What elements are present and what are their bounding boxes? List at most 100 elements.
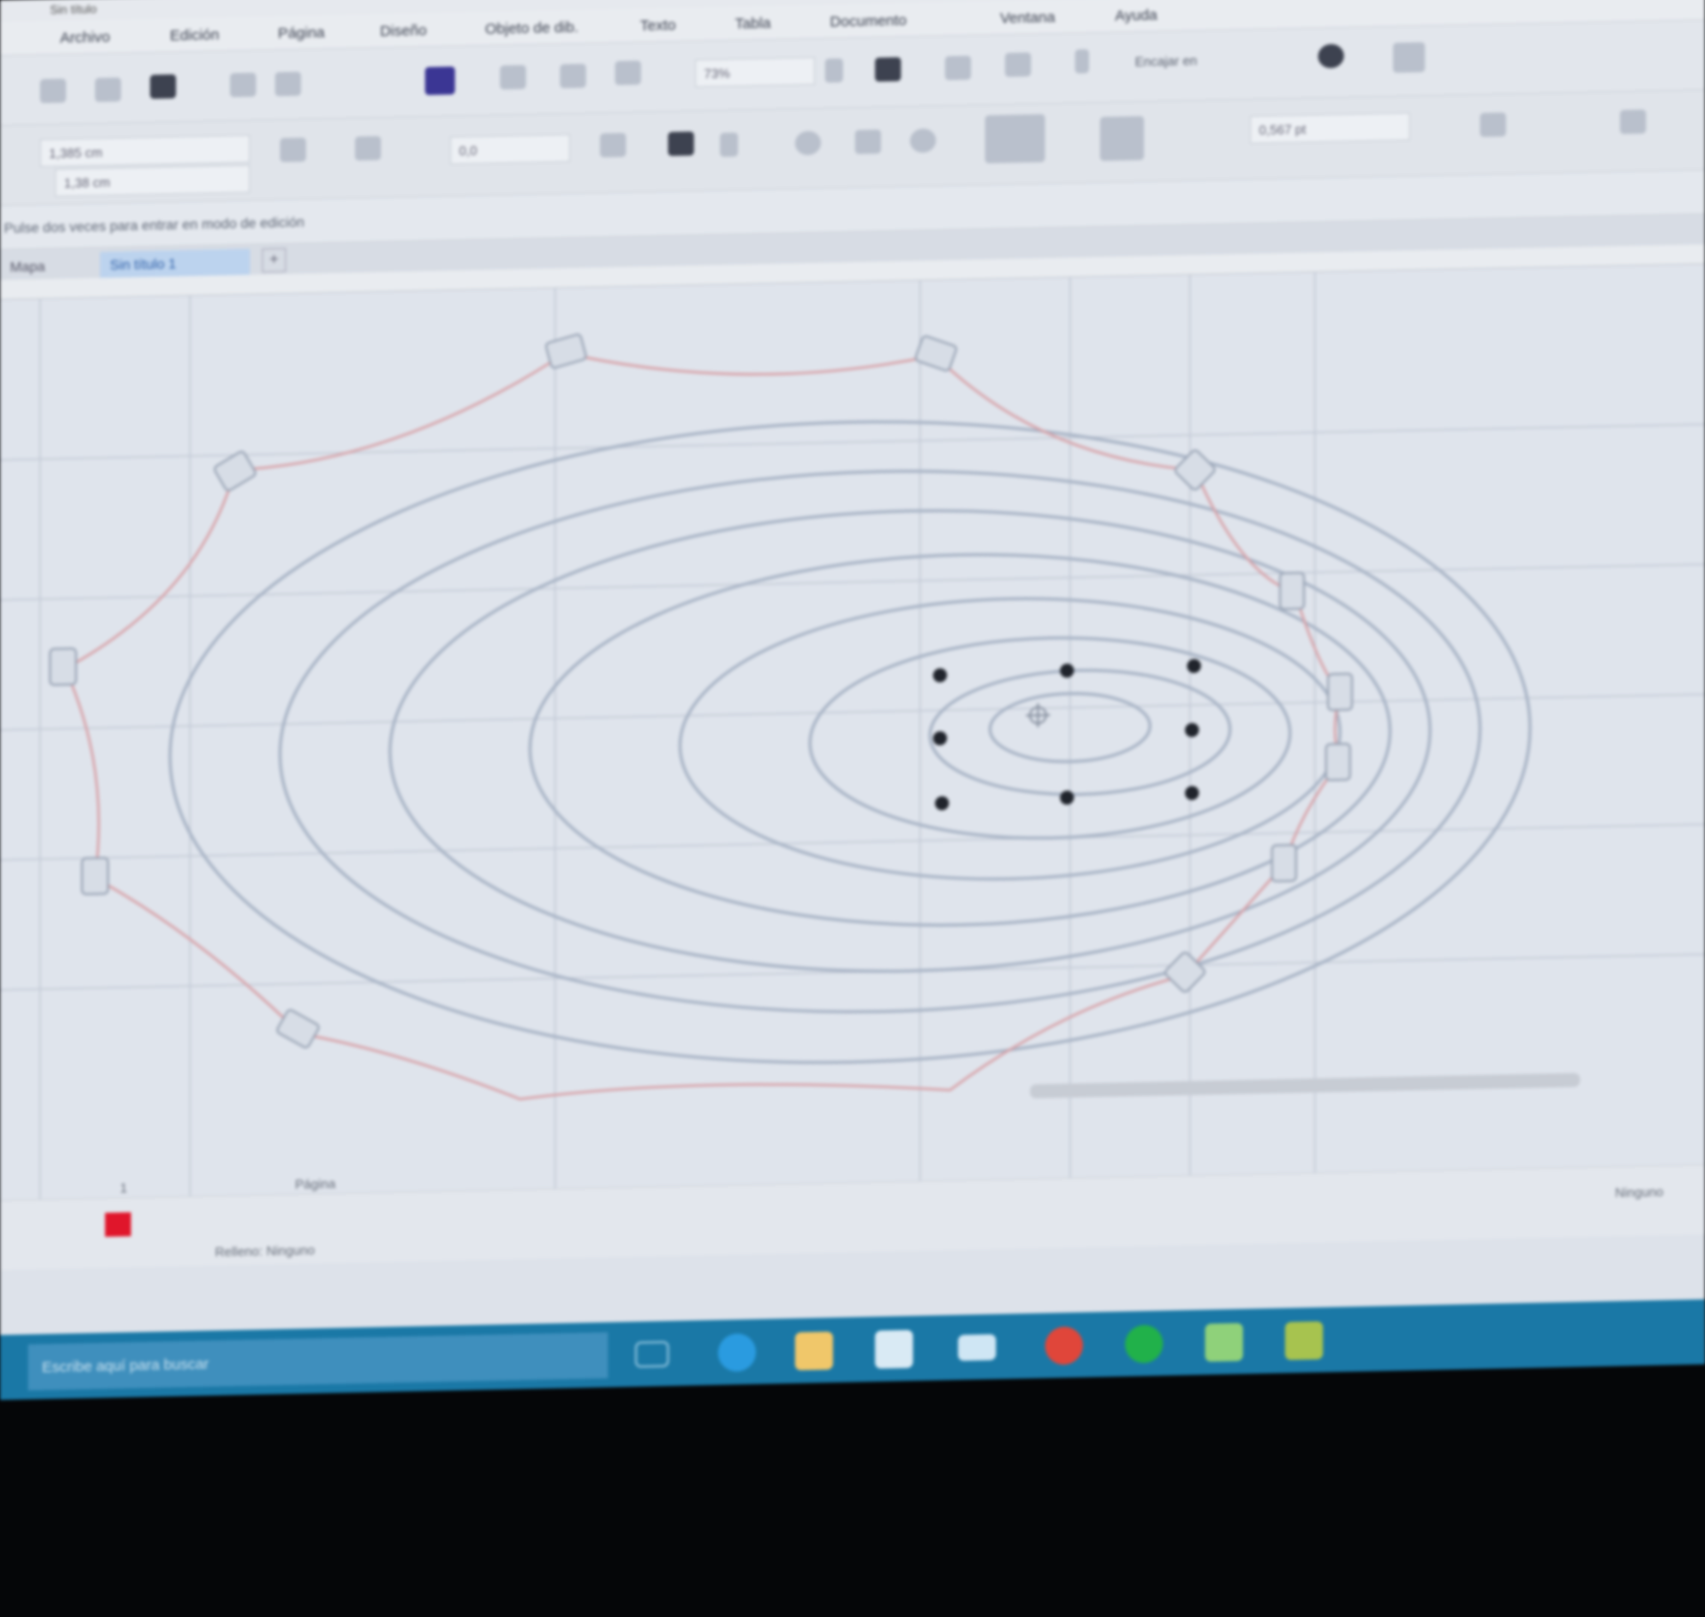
spotify-icon[interactable] — [1125, 1324, 1163, 1364]
selection-handle[interactable] — [1187, 658, 1201, 673]
mail-icon[interactable] — [958, 1334, 996, 1361]
redo-icon[interactable] — [275, 71, 301, 97]
taskbar-search-placeholder: Escribe aquí para buscar — [42, 1355, 209, 1377]
edge-browser-icon[interactable] — [718, 1333, 756, 1372]
selection-handle[interactable] — [1060, 663, 1074, 678]
copy-icon[interactable] — [95, 77, 121, 103]
menu-ayuda[interactable]: Ayuda — [1115, 7, 1157, 25]
position-icon[interactable] — [985, 114, 1045, 164]
node-handle[interactable] — [1327, 672, 1353, 712]
draw-app-icon[interactable] — [1205, 1322, 1243, 1362]
undo-icon[interactable] — [230, 72, 256, 98]
fill-status: Relleno: Ninguno — [215, 1242, 315, 1260]
pen-icon[interactable] — [1620, 109, 1646, 135]
arrange-icon[interactable] — [615, 60, 641, 86]
selection-handle[interactable] — [933, 668, 947, 683]
angle-field[interactable]: 0,0 — [450, 134, 570, 165]
edit-hint: Pulse dos veces para entrar en modo de e… — [4, 213, 305, 236]
selection-handle[interactable] — [1185, 723, 1199, 738]
task-view-icon[interactable] — [635, 1340, 669, 1368]
drawing-svg — [0, 272, 1705, 1200]
fill-color-swatch[interactable] — [105, 1212, 131, 1237]
store-icon[interactable] — [875, 1329, 913, 1369]
menu-texto[interactable]: Texto — [640, 17, 676, 35]
tab-mapa[interactable]: Mapa — [0, 253, 55, 280]
ellipse — [278, 469, 1482, 1014]
ellipse — [678, 597, 1342, 881]
outline-width-field[interactable]: 0,567 pt — [1250, 112, 1410, 144]
node-handle[interactable] — [914, 335, 958, 372]
select-arrow-icon[interactable] — [875, 57, 901, 82]
ellipse — [168, 420, 1532, 1065]
align-left-icon[interactable] — [500, 64, 526, 90]
cursor-icon[interactable] — [1075, 49, 1089, 74]
drawing-canvas[interactable] — [0, 264, 1705, 1200]
arc-tool-icon[interactable] — [910, 128, 936, 153]
menu-documento[interactable]: Documento — [830, 12, 907, 31]
node-handle[interactable] — [1279, 571, 1305, 611]
rotate-icon[interactable] — [355, 136, 381, 161]
tab-sin-titulo[interactable]: Sin título 1 — [100, 248, 250, 278]
flip-icon[interactable] — [280, 137, 306, 163]
align-center-icon[interactable] — [560, 63, 586, 89]
horizontal-scrollbar[interactable] — [1030, 1073, 1580, 1099]
page-label[interactable]: Página — [295, 1176, 335, 1192]
zoom-status: Ninguno — [1615, 1184, 1664, 1201]
chrome-icon[interactable] — [1045, 1326, 1083, 1366]
table-icon[interactable] — [1005, 52, 1031, 77]
circle-tool-icon[interactable] — [795, 130, 821, 156]
crop-icon[interactable] — [855, 129, 881, 155]
chevron-down-icon[interactable] — [825, 58, 843, 83]
windows-taskbar: Escribe aquí para buscar — [0, 1299, 1705, 1400]
paste-icon[interactable] — [150, 74, 176, 99]
screen: Sin título Archivo Edición Página Diseño… — [0, 0, 1705, 1400]
menu-pagina[interactable]: Página — [278, 24, 325, 42]
node-handle[interactable] — [1325, 742, 1351, 782]
fill-bucket-icon[interactable] — [720, 132, 738, 157]
snap-label[interactable]: Encajar en — [1135, 53, 1197, 69]
concentric-ellipses — [168, 420, 1532, 1065]
ellipse — [928, 668, 1232, 796]
selection-handle[interactable] — [933, 731, 947, 746]
selection-handle[interactable] — [1060, 790, 1074, 805]
window-icon[interactable] — [1393, 42, 1425, 73]
node-handle[interactable] — [276, 1009, 320, 1049]
node-handle[interactable] — [1271, 843, 1297, 883]
distribute-icon[interactable] — [1100, 116, 1144, 161]
selection-handle[interactable] — [1185, 786, 1199, 801]
selection-handles[interactable] — [933, 658, 1201, 811]
window-title: Sin título — [50, 1, 97, 17]
gear-icon[interactable] — [1318, 43, 1344, 69]
node-handle[interactable] — [213, 450, 257, 492]
menu-objeto[interactable]: Objeto de dib. — [485, 19, 578, 38]
fill-color-icon[interactable] — [425, 66, 455, 96]
zoom-icon[interactable] — [40, 78, 66, 104]
menu-tabla[interactable]: Tabla — [735, 15, 771, 33]
add-tab-button[interactable]: + — [262, 248, 286, 273]
file-explorer-icon[interactable] — [795, 1331, 833, 1371]
page-number: 1 — [120, 1180, 128, 1196]
page-grid — [0, 272, 1705, 1200]
menu-diseno[interactable]: Diseño — [380, 22, 427, 40]
curve-node-handles[interactable] — [49, 317, 1353, 1054]
zoom-field[interactable]: 73% — [695, 56, 815, 88]
ellipse — [808, 636, 1292, 840]
active-app-icon[interactable] — [1285, 1321, 1323, 1361]
menu-edicion[interactable]: Edición — [170, 26, 219, 44]
taskbar-search[interactable]: Escribe aquí para buscar — [28, 1332, 608, 1391]
rotation-pivot-icon[interactable] — [1026, 703, 1050, 728]
node-handle[interactable] — [81, 856, 109, 896]
ellipse — [528, 553, 1392, 927]
width-field[interactable]: 1,385 cm — [40, 134, 250, 168]
line-color-icon[interactable] — [668, 131, 694, 157]
line-tool-icon[interactable] — [945, 55, 971, 81]
menu-ventana[interactable]: Ventana — [1000, 9, 1055, 27]
menu-archivo[interactable]: Archivo — [60, 29, 110, 47]
search-icon[interactable] — [1480, 112, 1506, 137]
shadow-icon[interactable] — [600, 132, 626, 158]
height-field[interactable]: 1,38 cm — [55, 164, 250, 197]
node-handle[interactable] — [545, 333, 587, 369]
node-handle[interactable] — [49, 647, 77, 686]
selection-handle[interactable] — [935, 796, 949, 811]
ellipse — [388, 509, 1432, 973]
